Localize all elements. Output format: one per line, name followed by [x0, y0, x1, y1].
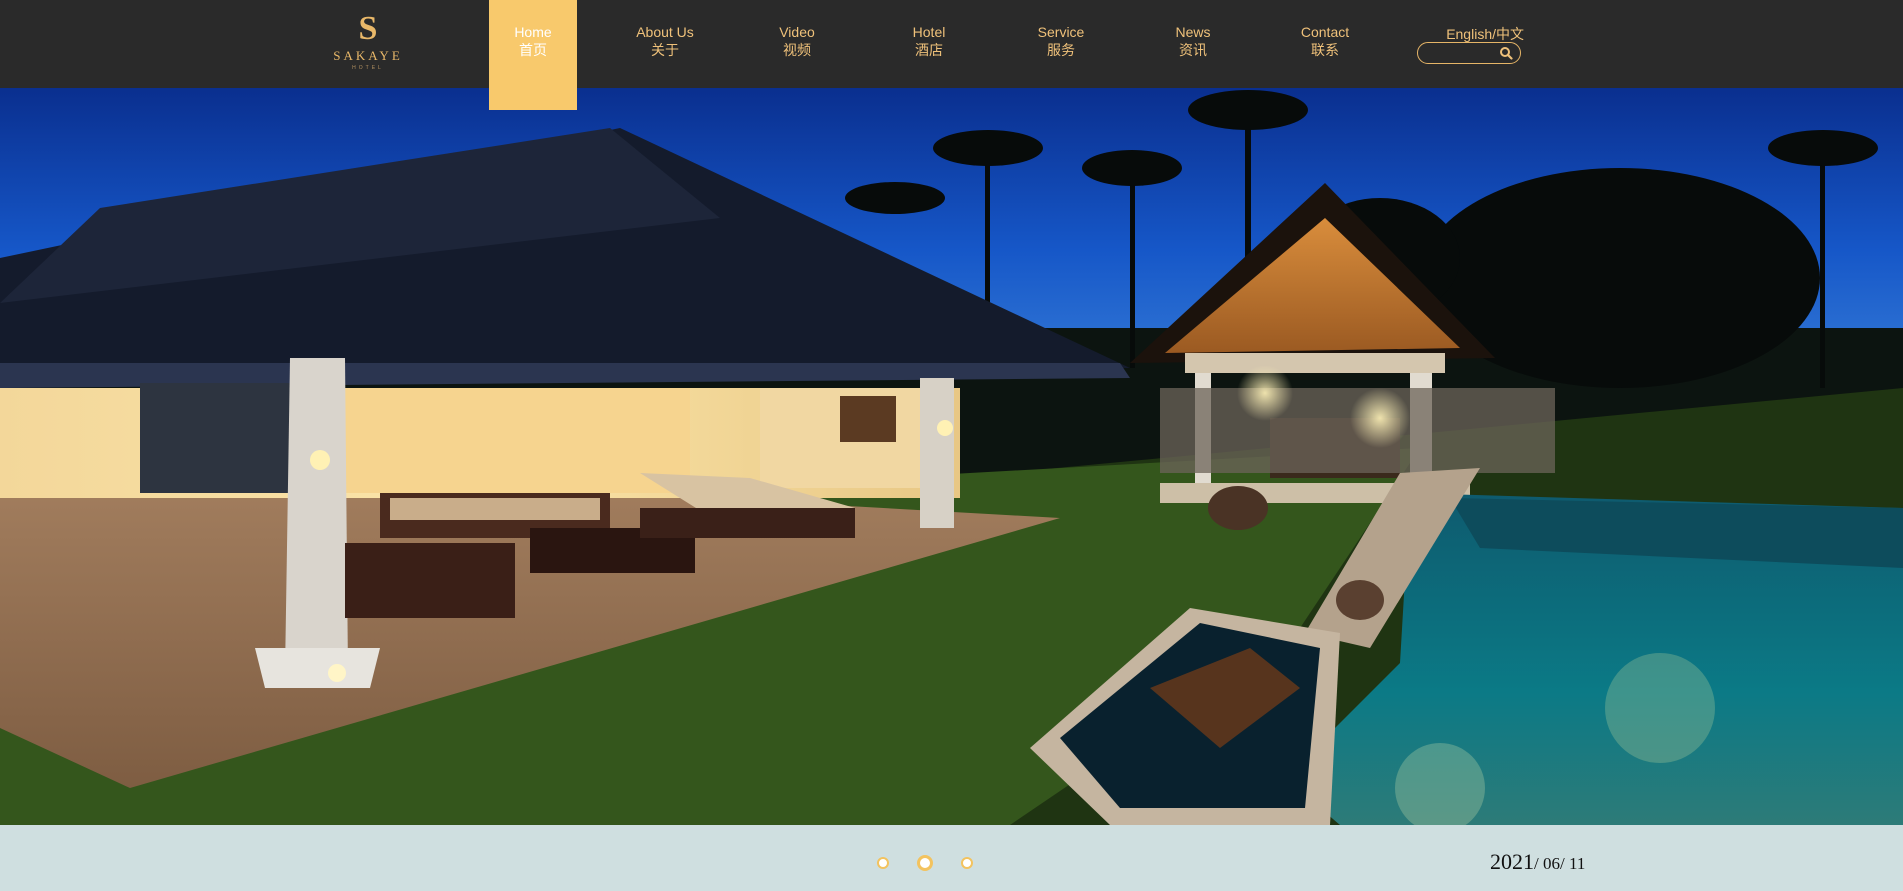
nav-item-contact[interactable]: Contact 联系: [1281, 0, 1369, 88]
brand-name: SAKAYE: [333, 48, 403, 63]
date-month-day: / 06/ 11: [1534, 854, 1586, 873]
nav-item-home[interactable]: Home 首页: [489, 0, 577, 110]
nav-item-label-cn: 视频: [783, 42, 811, 58]
nav-item-label-en: Video: [779, 24, 815, 40]
nav-item-label-cn: 关于: [651, 42, 679, 58]
slider-dot-1[interactable]: [877, 857, 889, 869]
search-icon[interactable]: [1499, 46, 1513, 60]
date-year: 2021: [1490, 849, 1534, 874]
nav-item-label-en: Home: [514, 24, 552, 40]
nav-item-label-cn: 联系: [1311, 42, 1339, 58]
nav-item-label-cn: 酒店: [915, 42, 943, 58]
slider-dot-2[interactable]: [917, 855, 933, 871]
resort-night-photo: [0, 90, 1903, 825]
brand-logo[interactable]: S SAKAYE HOTEL: [320, 12, 416, 74]
nav-item-label-cn: 首页: [519, 42, 547, 58]
search-box: [1417, 42, 1521, 64]
nav-item-about[interactable]: About Us 关于: [621, 0, 709, 88]
nav-item-service[interactable]: Service 服务: [1017, 0, 1105, 88]
nav-item-label-en: Hotel: [912, 24, 946, 40]
nav-item-label-en: Contact: [1300, 24, 1350, 40]
nav-item-hotel[interactable]: Hotel 酒店: [885, 0, 973, 88]
nav-item-label-en: About Us: [636, 24, 694, 40]
brand-tagline: HOTEL: [352, 65, 384, 71]
nav-item-news[interactable]: News 资讯: [1149, 0, 1237, 88]
nav-item-label-en: News: [1175, 24, 1211, 40]
language-switch-link[interactable]: English/中文: [1432, 24, 1524, 44]
nav-item-label-en: Service: [1037, 24, 1085, 40]
nav-item-label-cn: 服务: [1047, 42, 1075, 58]
slider-footer-strip: 2021/ 06/ 11: [0, 825, 1903, 891]
top-navigation-bar: S SAKAYE HOTEL Home 首页 About Us 关于 Video…: [0, 0, 1903, 110]
nav-item-label-cn: 资讯: [1179, 42, 1207, 58]
nav-item-video[interactable]: Video 视频: [753, 0, 841, 88]
logo-mark: S: [358, 10, 378, 47]
date-display: 2021/ 06/ 11: [1490, 849, 1585, 875]
slider-dot-3[interactable]: [961, 857, 973, 869]
search-input[interactable]: [1426, 44, 1498, 60]
hero-banner-image: [0, 88, 1903, 825]
